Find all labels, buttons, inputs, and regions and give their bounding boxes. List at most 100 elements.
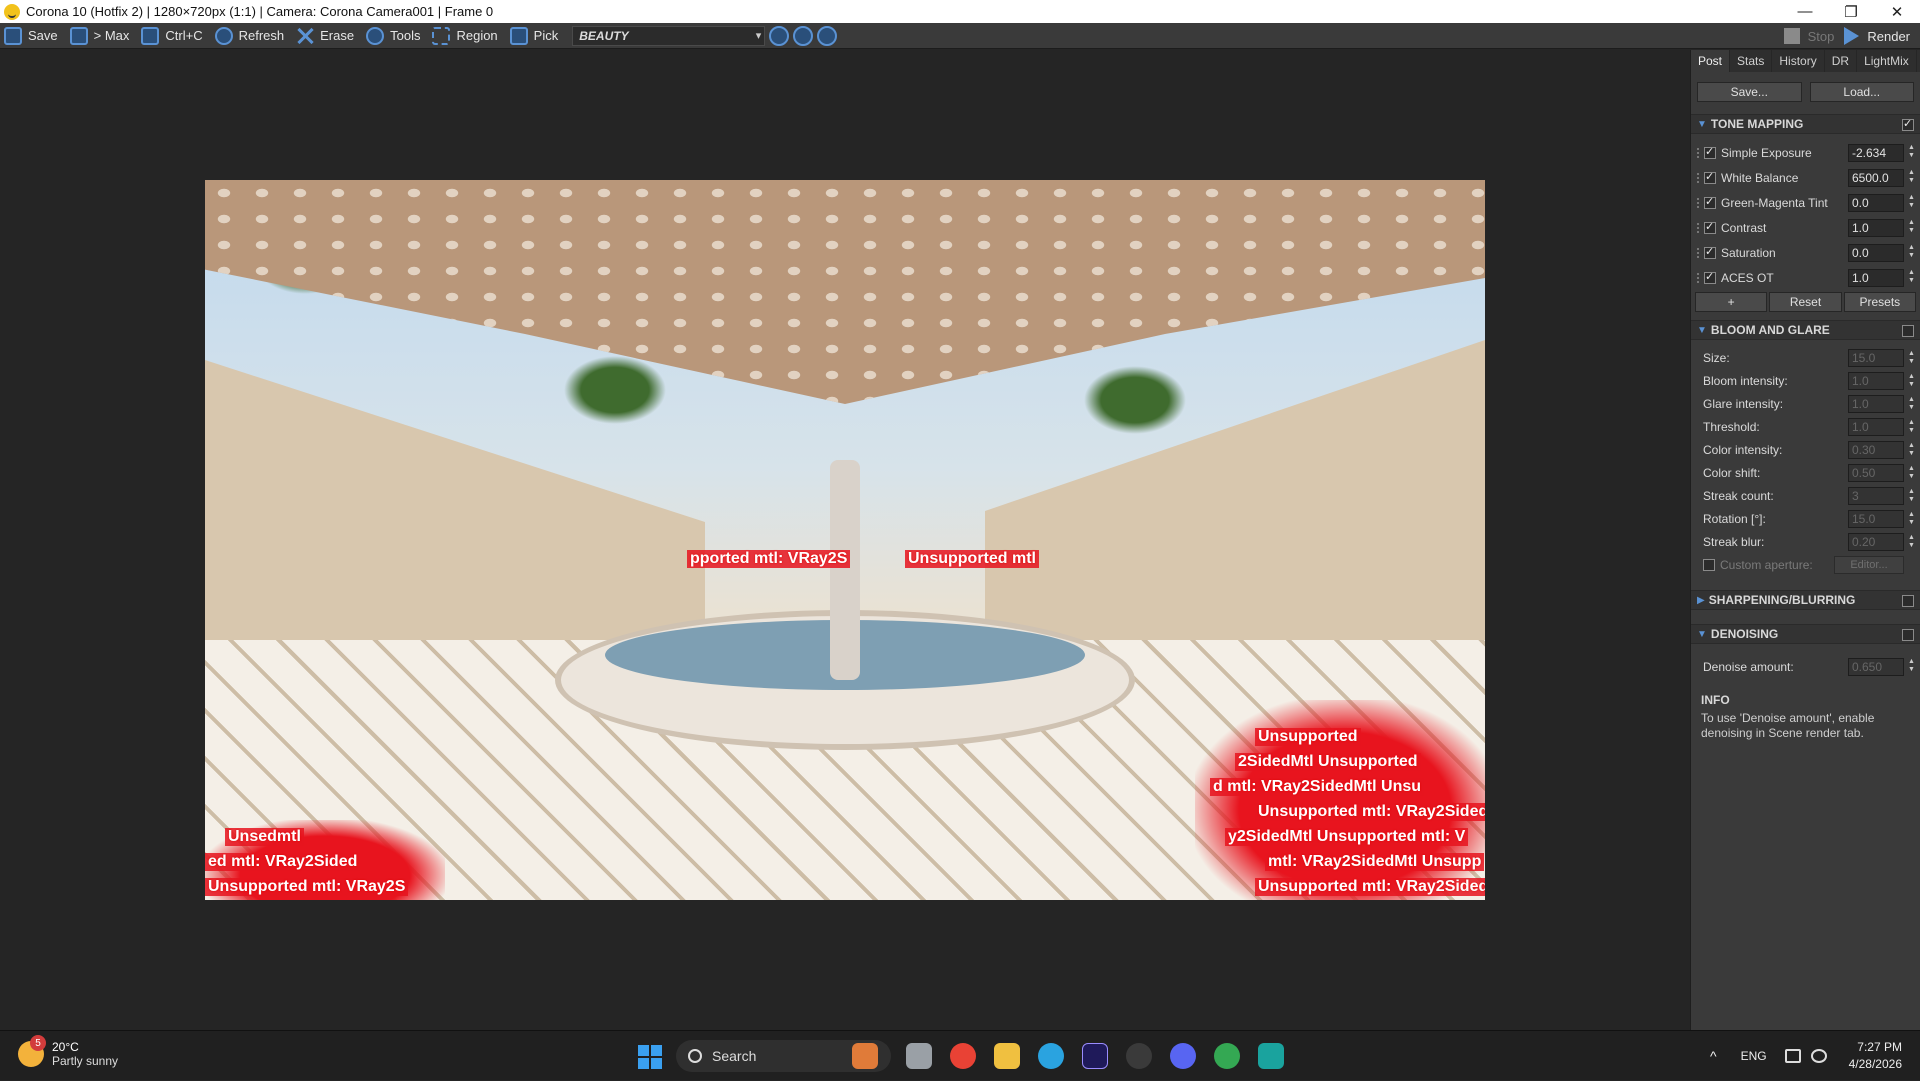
app-icon[interactable]: [1126, 1043, 1152, 1069]
spinner-arrows-icon[interactable]: ▲ ▼: [1908, 488, 1916, 504]
drag-handle-icon[interactable]: [1697, 247, 1701, 258]
refresh-button[interactable]: Refresh: [211, 25, 289, 47]
tab-lightmix[interactable]: LightMix: [1857, 50, 1917, 72]
aperture-editor-button[interactable]: Editor...: [1834, 555, 1904, 574]
start-button[interactable]: [638, 1045, 662, 1069]
task-view-icon[interactable]: [906, 1043, 932, 1069]
tools-button[interactable]: Tools: [362, 25, 424, 47]
weather-widget[interactable]: 5 20°C Partly sunny: [18, 1035, 118, 1068]
zoom-fit-icon[interactable]: [817, 25, 838, 46]
denoise-amount-input[interactable]: 0.650: [1848, 657, 1904, 676]
green-magenta-tint-checkbox[interactable]: [1704, 195, 1716, 209]
aces-ot-input[interactable]: 1.0: [1848, 268, 1904, 287]
saturation-checkbox[interactable]: [1704, 245, 1716, 259]
rendered-image[interactable]: pported mtl: VRay2S Unsupported mtl Unsu…: [205, 180, 1485, 900]
chrome-icon[interactable]: [950, 1043, 976, 1069]
sharpening-checkbox[interactable]: [1902, 595, 1914, 607]
minimize-button[interactable]: —: [1782, 0, 1828, 23]
drag-handle-icon[interactable]: [1697, 197, 1701, 208]
threshold-input[interactable]: 1.0: [1848, 417, 1904, 436]
save-button[interactable]: Save: [0, 25, 62, 47]
rotation-input[interactable]: 15.0: [1848, 509, 1904, 528]
saturation-input[interactable]: 0.0: [1848, 243, 1904, 262]
pick-button[interactable]: Pick: [506, 25, 563, 47]
presets-button[interactable]: Presets: [1843, 292, 1916, 312]
save-settings-button[interactable]: Save...: [1697, 82, 1802, 102]
reset-button[interactable]: Reset: [1769, 292, 1842, 312]
spinner-arrows-icon[interactable]: ▲ ▼: [1908, 269, 1916, 285]
spinner-arrows-icon[interactable]: ▲ ▼: [1908, 534, 1916, 550]
contrast-input[interactable]: 1.0: [1848, 218, 1904, 237]
bloom-size-input[interactable]: 15.0: [1848, 348, 1904, 367]
3ds-max-icon[interactable]: [1258, 1043, 1284, 1069]
streak-blur-input[interactable]: 0.20: [1848, 532, 1904, 551]
chrome-profile-icon[interactable]: [1214, 1043, 1240, 1069]
discord-icon[interactable]: [1170, 1043, 1196, 1069]
white-balance-checkbox[interactable]: [1704, 170, 1716, 184]
tab-dr[interactable]: DR: [1825, 50, 1858, 72]
simple-exposure-input[interactable]: -2.634: [1848, 143, 1904, 162]
drag-handle-icon[interactable]: [1697, 222, 1701, 233]
simple-exposure-checkbox[interactable]: [1704, 145, 1716, 159]
tab-stats[interactable]: Stats: [1730, 50, 1773, 72]
denoising-checkbox[interactable]: [1902, 629, 1914, 641]
network-icon[interactable]: [1784, 1049, 1801, 1063]
telegram-icon[interactable]: [1038, 1043, 1064, 1069]
volume-icon[interactable]: [1810, 1049, 1827, 1063]
tone-mapping-checkbox[interactable]: [1902, 117, 1914, 131]
add-operator-button[interactable]: +: [1695, 292, 1768, 312]
spinner-arrows-icon[interactable]: ▲ ▼: [1908, 396, 1916, 412]
copy-button[interactable]: Ctrl+C: [137, 25, 206, 47]
drag-handle-icon[interactable]: [1697, 172, 1701, 183]
custom-aperture-checkbox[interactable]: [1703, 558, 1715, 571]
spinner-arrows-icon[interactable]: ▲ ▼: [1908, 350, 1916, 366]
spinner-arrows-icon[interactable]: ▲ ▼: [1908, 219, 1916, 235]
render-button[interactable]: Render: [1844, 27, 1910, 45]
glare-intensity-input[interactable]: 1.0: [1848, 394, 1904, 413]
bloom-glare-checkbox[interactable]: [1902, 325, 1914, 337]
spinner-arrows-icon[interactable]: ▲ ▼: [1908, 194, 1916, 210]
contrast-checkbox[interactable]: [1704, 220, 1716, 234]
spinner-arrows-icon[interactable]: ▲ ▼: [1908, 511, 1916, 527]
aces-ot-checkbox[interactable]: [1704, 270, 1716, 284]
spinner-arrows-icon[interactable]: ▲ ▼: [1908, 442, 1916, 458]
premiere-pro-icon[interactable]: [1082, 1043, 1108, 1069]
file-explorer-icon[interactable]: [994, 1043, 1020, 1069]
tab-history[interactable]: History: [1772, 50, 1825, 72]
erase-button[interactable]: Erase: [292, 25, 358, 47]
render-channel-select[interactable]: BEAUTY: [572, 25, 766, 46]
spinner-arrows-icon[interactable]: ▲ ▼: [1908, 465, 1916, 481]
spinner-arrows-icon[interactable]: ▲ ▼: [1908, 244, 1916, 260]
region-button[interactable]: Region: [428, 25, 501, 47]
streak-count-input[interactable]: 3: [1848, 486, 1904, 505]
to-max-button[interactable]: > Max: [66, 25, 134, 47]
zoom-out-icon[interactable]: [793, 25, 814, 46]
spinner-arrows-icon[interactable]: ▲ ▼: [1908, 144, 1916, 160]
drag-handle-icon[interactable]: [1697, 272, 1701, 283]
spinner-arrows-icon[interactable]: ▲ ▼: [1908, 658, 1916, 674]
stop-button[interactable]: Stop: [1783, 28, 1834, 44]
color-shift-input[interactable]: 0.50: [1848, 463, 1904, 482]
clock[interactable]: 7:27 PM 4/28/2026: [1849, 1039, 1902, 1073]
chevron-up-icon[interactable]: ^: [1710, 1048, 1717, 1064]
maximize-button[interactable]: ❐: [1828, 0, 1874, 23]
language-indicator[interactable]: ENG: [1741, 1049, 1767, 1063]
spinner-arrows-icon[interactable]: ▲ ▼: [1908, 419, 1916, 435]
bloom-intensity-input[interactable]: 1.0: [1848, 371, 1904, 390]
tab-post[interactable]: Post: [1691, 50, 1731, 72]
zoom-in-icon[interactable]: [769, 25, 790, 46]
sharpening-blurring-header[interactable]: ▶ SHARPENING/BLURRING: [1691, 590, 1920, 610]
render-viewport[interactable]: pported mtl: VRay2S Unsupported mtl Unsu…: [0, 50, 1690, 1030]
green-magenta-tint-input[interactable]: 0.0: [1848, 193, 1904, 212]
bloom-glare-header[interactable]: ▼ BLOOM AND GLARE: [1691, 320, 1920, 340]
load-settings-button[interactable]: Load...: [1809, 82, 1914, 102]
drag-handle-icon[interactable]: [1697, 147, 1701, 158]
spinner-arrows-icon[interactable]: ▲ ▼: [1908, 373, 1916, 389]
spinner-arrows-icon[interactable]: ▲ ▼: [1908, 169, 1916, 185]
white-balance-input[interactable]: 6500.0: [1848, 168, 1904, 187]
close-button[interactable]: ✕: [1874, 0, 1920, 23]
widgets-app-icon[interactable]: [852, 1043, 878, 1069]
color-intensity-input[interactable]: 0.30: [1848, 440, 1904, 459]
denoising-header[interactable]: ▼ DENOISING: [1691, 624, 1920, 644]
tone-mapping-header[interactable]: ▼ TONE MAPPING: [1691, 114, 1920, 134]
